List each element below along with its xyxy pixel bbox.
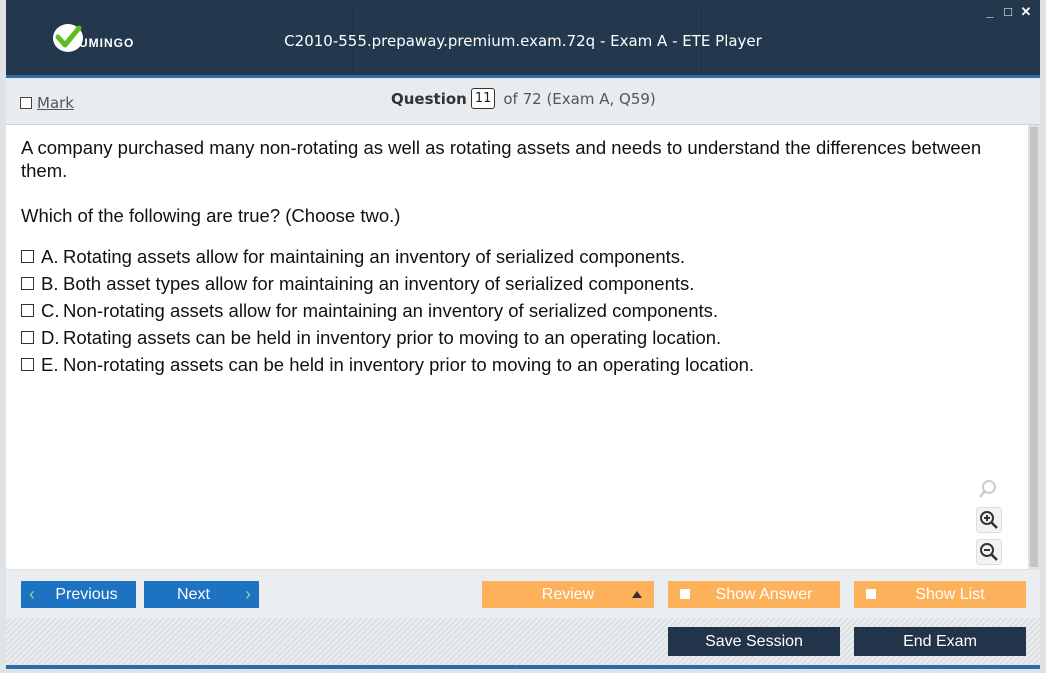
save-session-label: Save Session [705, 632, 803, 650]
scrollbar-thumb[interactable] [1030, 127, 1038, 567]
answer-text: Non-rotating assets can be held in inven… [63, 353, 755, 375]
next-button[interactable]: Next › [144, 581, 259, 608]
answer-letter: E. [41, 353, 59, 375]
window-title: C2010-555.prepaway.premium.exam.72q - Ex… [284, 32, 762, 50]
question-text: A company purchased many non-rotating as… [21, 137, 982, 181]
answer-option-d[interactable]: D. Rotating assets can be held in invent… [21, 324, 754, 351]
minimize-icon[interactable]: _ [984, 4, 996, 20]
answer-checkbox[interactable] [21, 277, 34, 290]
question-content: A company purchased many non-rotating as… [6, 125, 1028, 569]
previous-label: Previous [55, 585, 118, 603]
show-answer-button[interactable]: Show Answer [668, 581, 840, 608]
close-icon[interactable]: ✕ [1020, 4, 1032, 20]
zoom-in-icon[interactable] [976, 507, 1002, 533]
answer-checkbox[interactable] [21, 331, 34, 344]
question-counter: Question 11 of 72 (Exam A, Q59) [391, 88, 656, 109]
answer-text: Non-rotating assets allow for maintainin… [63, 299, 719, 321]
question-header: Mark Question 11 of 72 (Exam A, Q59) [6, 78, 1040, 125]
show-list-button[interactable]: Show List [854, 581, 1026, 608]
mark-checkbox[interactable]: Mark [20, 94, 74, 112]
checkbox-icon[interactable] [680, 589, 690, 599]
search-icon[interactable] [976, 477, 1000, 501]
question-total: of 72 (Exam A, Q59) [503, 89, 656, 108]
next-label: Next [177, 585, 210, 603]
answer-letter: A. [41, 245, 59, 267]
end-exam-label: End Exam [903, 632, 977, 650]
question-prompt: Which of the following are true? (Choose… [21, 205, 401, 226]
window-controls: _ □ ✕ [984, 4, 1032, 20]
checkbox-icon[interactable] [20, 97, 32, 109]
app-window: UMINGO C2010-555.prepaway.premium.exam.7… [0, 0, 1046, 673]
vertical-scrollbar[interactable] [1028, 125, 1040, 569]
answer-letter: B. [41, 272, 59, 294]
save-session-button[interactable]: Save Session [668, 627, 840, 656]
end-exam-button[interactable]: End Exam [854, 627, 1026, 656]
maximize-icon[interactable]: □ [1002, 4, 1014, 20]
caret-up-icon [632, 591, 642, 598]
answer-text: Rotating assets allow for maintaining an… [63, 245, 686, 267]
chevron-right-icon: › [245, 584, 251, 604]
answer-checkbox[interactable] [21, 304, 34, 317]
title-bar: UMINGO C2010-555.prepaway.premium.exam.7… [6, 0, 1040, 78]
answer-text: Rotating assets can be held in inventory… [63, 326, 722, 348]
question-label: Question [391, 89, 467, 108]
answer-letter: D. [41, 326, 60, 348]
answer-option-e[interactable]: E. Non-rotating assets can be held in in… [21, 351, 754, 378]
review-button[interactable]: Review [482, 581, 654, 608]
answer-list: A. Rotating assets allow for maintaining… [21, 243, 754, 378]
review-label: Review [541, 585, 595, 603]
show-answer-label: Show Answer [715, 585, 813, 603]
question-number-input[interactable]: 11 [470, 88, 496, 109]
mark-label: Mark [37, 94, 74, 112]
answer-option-a[interactable]: A. Rotating assets allow for maintaining… [21, 243, 754, 270]
answer-text: Both asset types allow for maintaining a… [63, 272, 695, 294]
previous-button[interactable]: ‹ Previous [21, 581, 136, 608]
answer-option-c[interactable]: C. Non-rotating assets allow for maintai… [21, 297, 754, 324]
answer-option-b[interactable]: B. Both asset types allow for maintainin… [21, 270, 754, 297]
chevron-left-icon: ‹ [29, 584, 35, 604]
zoom-controls [976, 477, 1002, 565]
checkbox-icon[interactable] [866, 589, 876, 599]
answer-checkbox[interactable] [21, 250, 34, 263]
answer-checkbox[interactable] [21, 358, 34, 371]
show-list-label: Show List [915, 585, 985, 603]
zoom-out-icon[interactable] [976, 539, 1002, 565]
answer-letter: C. [41, 299, 60, 321]
